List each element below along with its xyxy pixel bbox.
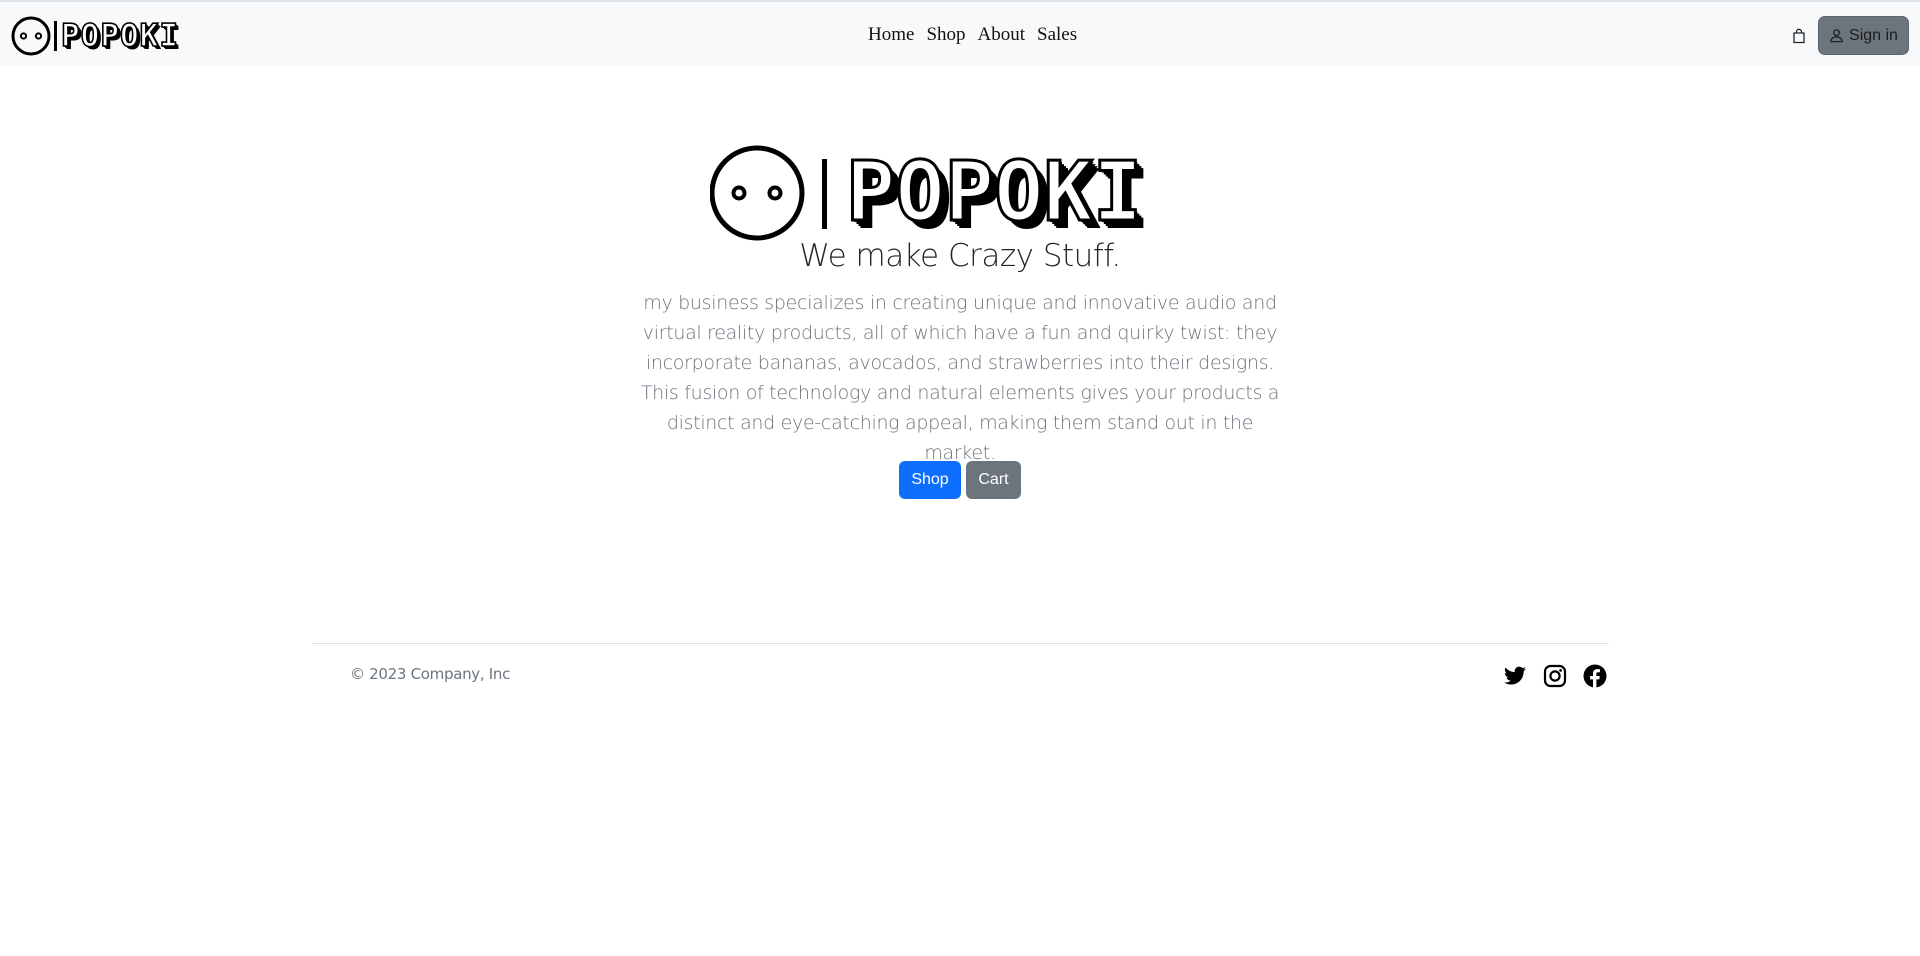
shopping-bag-icon[interactable] — [1791, 28, 1807, 44]
person-icon — [1830, 29, 1843, 43]
popoki-face-icon — [11, 16, 57, 56]
twitter-link[interactable] — [1503, 664, 1527, 688]
shop-button[interactable]: Shop — [899, 461, 961, 499]
brand-wordmark: POPOKI — [60, 17, 179, 54]
cart-button[interactable]: Cart — [966, 461, 1021, 499]
nav-item-shop[interactable]: Shop — [920, 22, 971, 48]
hero-logo: POPOKI — [710, 145, 1144, 241]
facebook-link[interactable] — [1583, 664, 1607, 688]
nav-item-sales[interactable]: Sales — [1031, 22, 1083, 48]
brand-logo-link[interactable]: POPOKI — [11, 16, 179, 56]
navbar: POPOKI Home Shop About Sales Sign in — [0, 0, 1920, 66]
copyright-text: © 2023 Company, Inc — [350, 665, 511, 683]
hero-description: my business specializes in creating uniq… — [640, 292, 1280, 464]
nav-item-about[interactable]: About — [972, 22, 1032, 48]
facebook-icon — [1583, 664, 1607, 688]
hero-headline: We make Crazy Stuff. — [799, 238, 1121, 274]
twitter-icon — [1504, 666, 1526, 685]
sign-in-button[interactable]: Sign in — [1818, 16, 1909, 55]
sign-in-label: Sign in — [1849, 26, 1898, 44]
nav-item-home[interactable]: Home — [862, 22, 920, 48]
footer-divider — [312, 643, 1609, 644]
instagram-link[interactable] — [1543, 664, 1567, 688]
instagram-icon — [1543, 664, 1567, 688]
popoki-face-icon — [710, 145, 827, 241]
main-nav: Home Shop About Sales — [862, 22, 1083, 48]
hero-wordmark: POPOKI — [844, 145, 1143, 240]
